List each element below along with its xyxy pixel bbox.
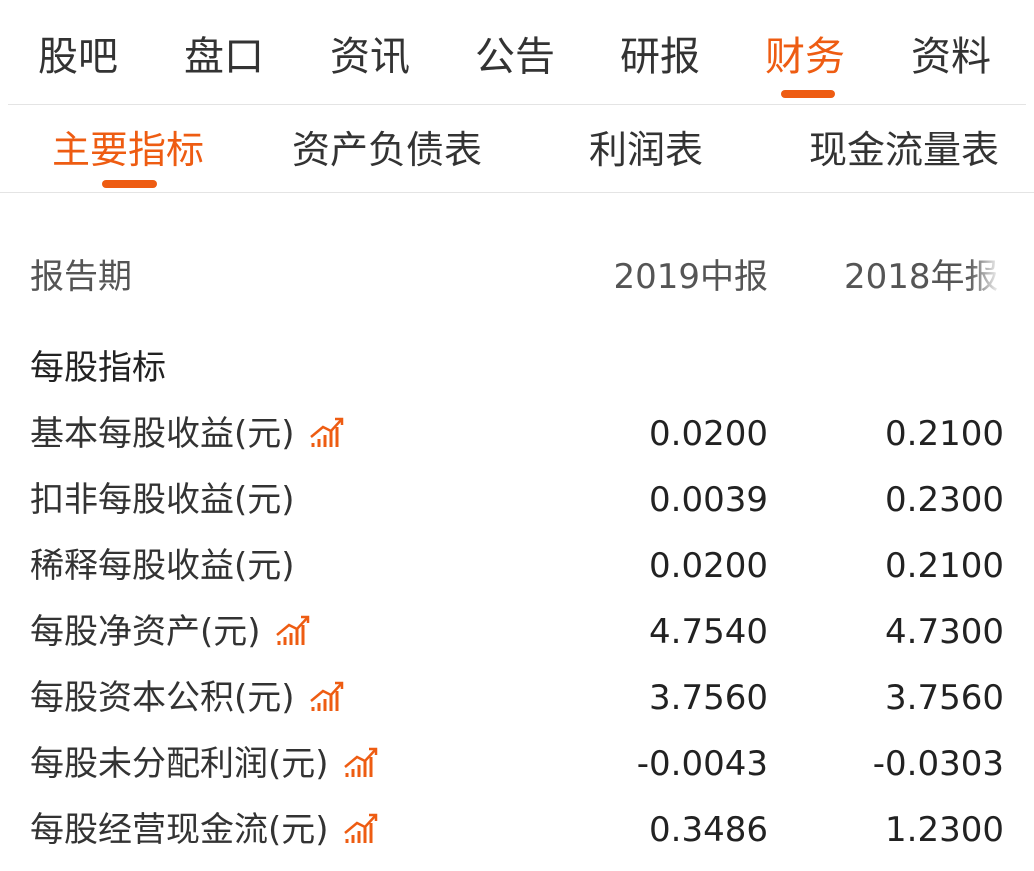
active-tab-indicator (781, 90, 835, 98)
row-label: 扣非每股收益(元) (30, 480, 295, 520)
active-subtab-indicator (102, 180, 157, 188)
top-tab-bar: 股吧 盘口 资讯 公告 研报 财务 资料 (8, 0, 1026, 105)
tab-research[interactable]: 研报 (620, 34, 700, 80)
row-label: 每股资本公积(元) (30, 678, 295, 718)
row-value-2019: 3.7560 (649, 678, 768, 718)
period-label: 报告期 (30, 257, 132, 297)
row-value-2019: 0.0200 (649, 546, 768, 586)
trend-chart-icon[interactable] (343, 811, 379, 847)
trend-chart-icon[interactable] (309, 679, 345, 715)
row-value-2019: 4.7540 (649, 612, 768, 652)
row-value-2018: 4.7300 (885, 612, 1004, 652)
table-header: 报告期 2019中报 2018年报 (0, 257, 1034, 327)
financial-page: 股吧 盘口 资讯 公告 研报 财务 资料 主要指标 资产负债表 利润表 现金流量… (0, 0, 1034, 871)
tab-profile[interactable]: 资料 (911, 34, 991, 80)
subtab-key-indicators[interactable]: 主要指标 (52, 128, 204, 172)
row-value-2018: 1.2300 (885, 810, 1004, 850)
section-title-label: 每股指标 (30, 348, 166, 388)
row-value-2018: 3.7560 (885, 678, 1004, 718)
row-value-2019: 0.0039 (649, 480, 768, 520)
tab-news[interactable]: 资讯 (330, 34, 410, 80)
tab-guba[interactable]: 股吧 (38, 34, 118, 80)
row-value-2018: 0.2100 (885, 546, 1004, 586)
tab-pankou[interactable]: 盘口 (184, 34, 264, 80)
row-label: 稀释每股收益(元) (30, 546, 295, 586)
tab-finance[interactable]: 财务 (765, 34, 845, 80)
subtab-balance-sheet[interactable]: 资产负债表 (292, 128, 482, 172)
row-label: 每股经营现金流(元) (30, 810, 329, 850)
row-value-2019: -0.0043 (636, 744, 768, 784)
subtab-income-statement[interactable]: 利润表 (589, 128, 703, 172)
trend-chart-icon[interactable] (343, 745, 379, 781)
row-value-2018: -0.0303 (872, 744, 1004, 784)
trend-chart-icon[interactable] (309, 415, 345, 451)
row-value-2018: 0.2100 (885, 414, 1004, 454)
row-label: 基本每股收益(元) (30, 414, 295, 454)
sub-tab-bar: 主要指标 资产负债表 利润表 现金流量表 (0, 105, 1034, 193)
row-label: 每股未分配利润(元) (30, 744, 329, 784)
row-value-2018: 0.2300 (885, 480, 1004, 520)
subtab-cash-flow[interactable]: 现金流量表 (809, 128, 999, 172)
scroll-fade (968, 257, 1012, 327)
trend-chart-icon[interactable] (275, 613, 311, 649)
row-label: 每股净资产(元) (30, 612, 261, 652)
tab-announcements[interactable]: 公告 (475, 34, 555, 80)
row-value-2019: 0.0200 (649, 414, 768, 454)
row-value-2019: 0.3486 (649, 810, 768, 850)
period-col-2019-interim: 2019中报 (613, 257, 768, 297)
